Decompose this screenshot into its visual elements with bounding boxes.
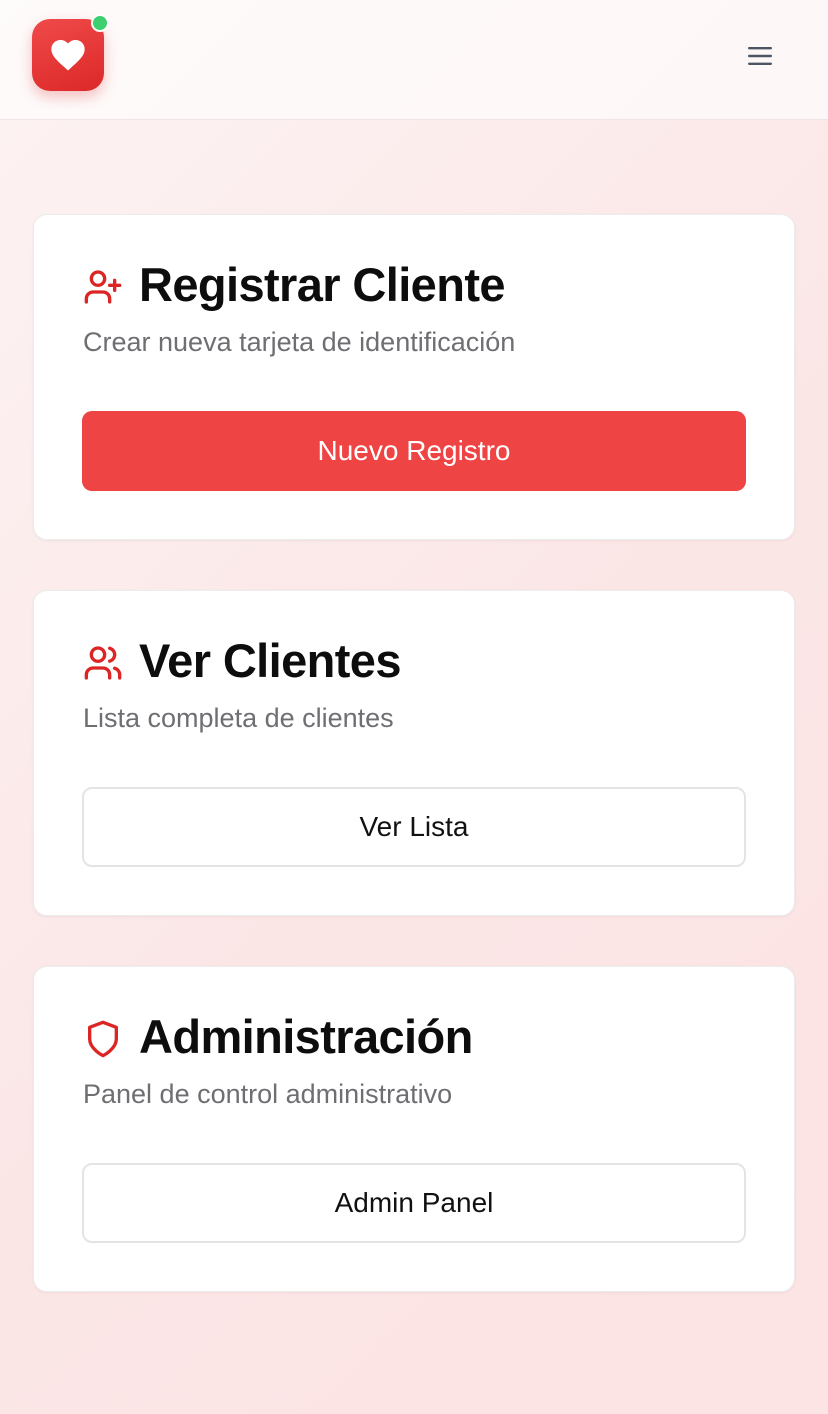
shield-icon: [88, 1020, 119, 1058]
card-title: Ver Clientes: [139, 634, 401, 687]
menu-button[interactable]: [740, 36, 780, 76]
card-title: Registrar Cliente: [139, 258, 506, 311]
card-subtitle: Lista completa de clientes: [83, 703, 394, 733]
administration-card: Administración Panel de control administ…: [33, 966, 795, 1292]
top-header: [0, 0, 828, 120]
users-icon: [84, 646, 122, 680]
new-registration-button[interactable]: Nuevo Registro: [82, 411, 746, 491]
view-clients-card: Ver Clientes Lista completa de clientes …: [33, 590, 795, 916]
online-status-dot: [91, 14, 109, 32]
admin-panel-button[interactable]: Admin Panel: [82, 1163, 746, 1243]
view-list-button[interactable]: Ver Lista: [82, 787, 746, 867]
hamburger-menu-icon: [748, 47, 772, 65]
user-plus-icon: [84, 270, 122, 304]
register-client-card: Registrar Cliente Crear nueva tarjeta de…: [33, 214, 795, 540]
card-title: Administración: [139, 1010, 473, 1063]
card-subtitle: Panel de control administrativo: [83, 1079, 453, 1109]
heart-icon: [51, 40, 85, 71]
card-subtitle: Crear nueva tarjeta de identificación: [83, 327, 516, 357]
